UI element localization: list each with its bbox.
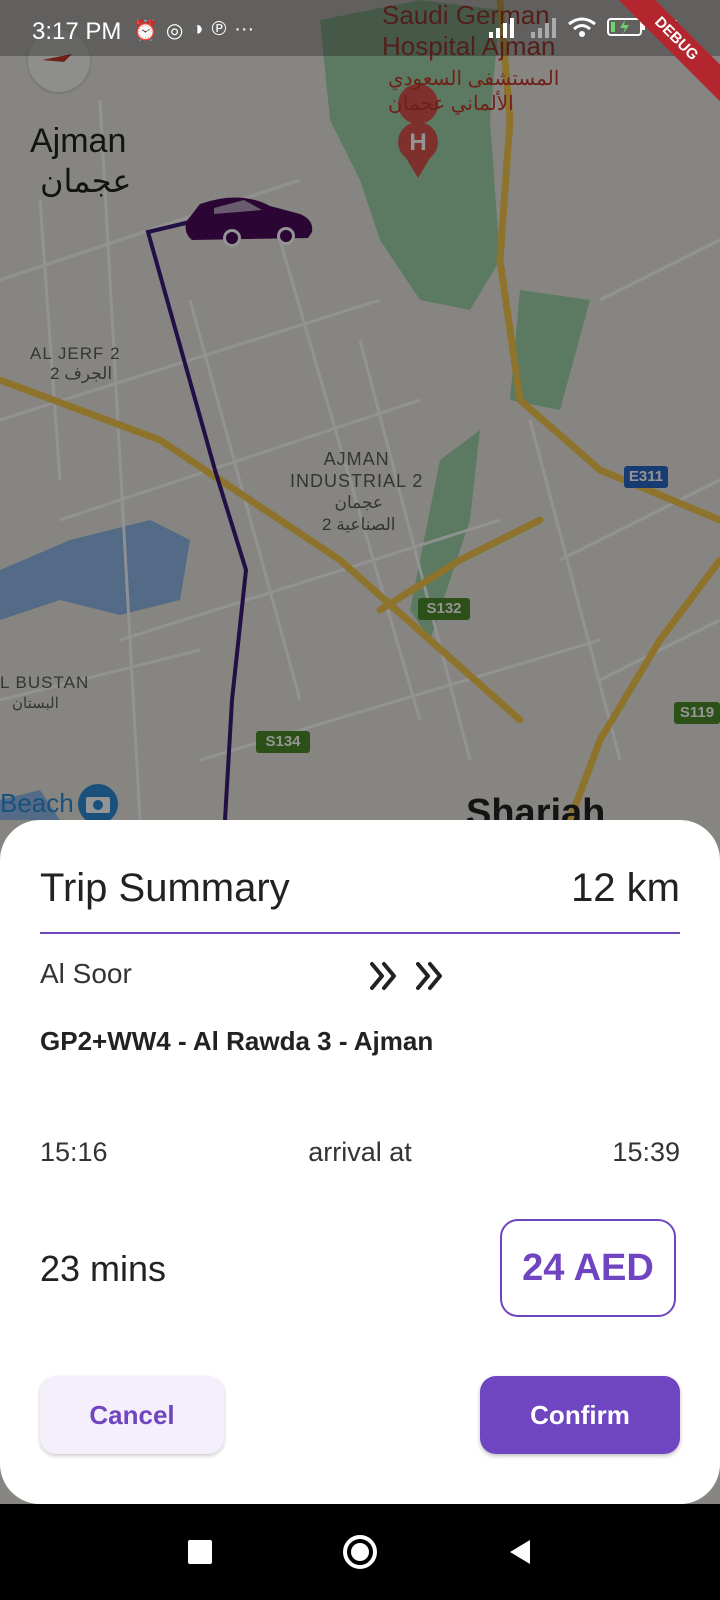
more-notifications-icon: ···: [234, 18, 255, 40]
system-nav-bar: [0, 1504, 720, 1600]
wifi-icon: [567, 17, 596, 37]
trip-summary-title: Trip Summary: [40, 866, 290, 910]
fare-badge: 24 AED: [500, 1219, 676, 1317]
alarm-icon: ⏰: [133, 20, 158, 42]
app-icon: ◑: [191, 18, 204, 40]
recents-icon[interactable]: [180, 1532, 220, 1577]
start-time: 15:16: [40, 1137, 108, 1167]
header-divider: [40, 932, 680, 934]
pinterest-icon: ℗: [211, 18, 227, 40]
pickup-location: Al Soor: [40, 958, 132, 989]
signal-icon: [488, 18, 514, 38]
back-icon[interactable]: [500, 1532, 540, 1577]
trip-distance: 12 km: [571, 866, 680, 910]
status-bar: 3:17 PM ⏰ ◎ ◑ ℗ ··· 4% DEBUG: [0, 0, 720, 105]
trip-duration: 23 mins: [40, 1248, 167, 1289]
arrival-label: arrival at: [308, 1137, 412, 1167]
signal-2-icon: [530, 18, 556, 38]
arrival-time: 15:39: [612, 1137, 680, 1167]
confirm-button[interactable]: Confirm: [480, 1376, 680, 1454]
destination-address: GP2+WW4 - Al Rawda 3 - Ajman: [40, 1026, 434, 1056]
notification-icons: ⏰ ◎ ◑ ℗ ···: [133, 18, 254, 43]
cancel-button[interactable]: Cancel: [40, 1376, 224, 1454]
double-chevron-right-icon: [368, 958, 448, 999]
status-time: 3:17 PM: [32, 18, 122, 45]
trip-summary-header: Trip Summary 12 km: [40, 866, 680, 910]
whatsapp-icon: ◎: [165, 20, 184, 42]
home-icon[interactable]: [340, 1532, 380, 1577]
